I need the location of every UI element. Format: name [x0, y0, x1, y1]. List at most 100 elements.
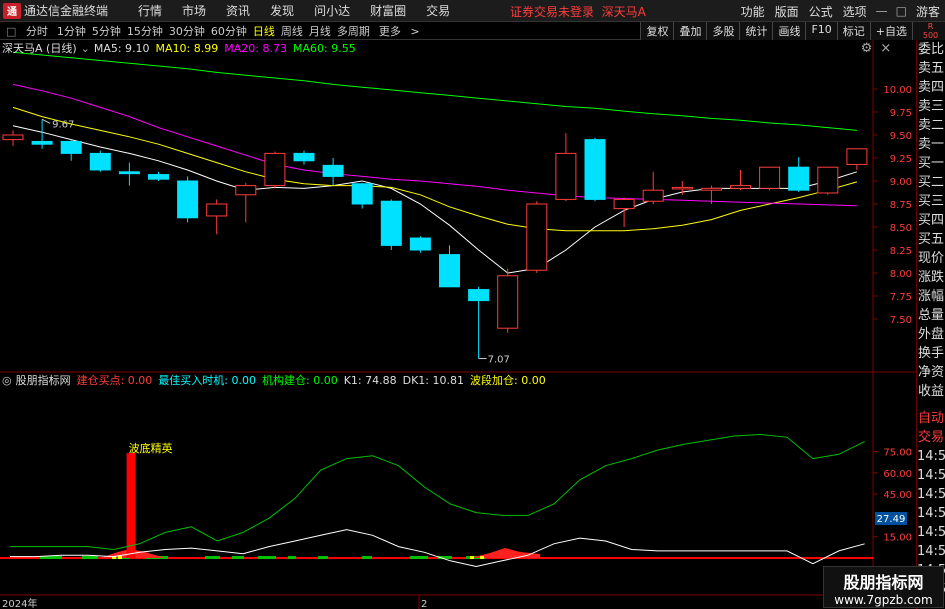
candle-body: [439, 254, 460, 288]
y-tick-label: 8.50: [890, 223, 912, 234]
ind-line-dk1: [10, 529, 865, 568]
y-tick-label: 9.50: [890, 131, 912, 142]
x-label-month: 2: [421, 599, 427, 609]
candle-body: [613, 198, 635, 210]
candle-body: [759, 166, 781, 189]
legend-main: 深天马A (日线) ⌄ MA5: 9.10 MA10: 8.99 MA20: 8…: [2, 41, 891, 56]
quote-label-2: 卖四: [917, 80, 944, 95]
candle-body: [380, 200, 402, 246]
legend-ma10: MA10: 8.99: [155, 41, 219, 55]
candle-body: [788, 166, 810, 191]
baseline-segment: [232, 556, 244, 559]
legend-ma5: MA5: 9.10: [93, 41, 150, 55]
candle-body: [846, 148, 868, 165]
signal-bar-label: 波底精英: [129, 441, 173, 455]
right-quote-panel: 委比 卖五 卖四 卖三 卖二 卖一 买一 买二 买三 买四 买五 现价 涨跌 涨幅 总量 外盘 换手 净资 收益 自…: [916, 40, 945, 609]
signal-bar: [126, 453, 136, 558]
ma-line-ma5: [12, 125, 858, 274]
gear-icon[interactable]: ⚙: [861, 41, 873, 56]
quote-label-17: 净资: [917, 365, 944, 380]
trade-label-2: 14:56: [917, 449, 945, 464]
candle-body: [206, 203, 228, 217]
legend-stock: 深天马A (日线): [2, 42, 77, 55]
quote-label-16: 换手: [917, 346, 944, 361]
x-label-year: 2024年: [2, 597, 37, 609]
trade-label-6: 14:56: [917, 525, 945, 540]
baseline-segment: [258, 556, 276, 559]
trade-label-7: 14:56: [917, 544, 945, 559]
ind-y-tick-label: 60.00: [883, 469, 912, 480]
y-axis-indicator: 15.00 45.00 60.00 75.00 27.49: [873, 448, 912, 544]
candle-body: [118, 171, 140, 175]
legend-ma20: MA20: 8.73: [224, 41, 287, 55]
y-tick-label: 7.50: [890, 315, 912, 326]
candle-body: [700, 187, 722, 191]
candle-body: [60, 140, 82, 154]
candle-body: [497, 275, 519, 329]
candle-body: [148, 174, 169, 180]
legend-best-buy: 最佳买入时机: 0.00: [158, 374, 257, 387]
watermark-url: www.7gpzb.com: [834, 593, 933, 607]
high-label: 9.67: [52, 119, 74, 130]
ind-y-tick-label: 15.00: [883, 533, 912, 544]
y-tick-label: 9.75: [890, 108, 912, 119]
legend-dk1: DK1: 10.81: [402, 373, 465, 387]
y-tick-label: 9.00: [890, 177, 912, 188]
quote-label-10: 买五: [917, 232, 944, 247]
trade-label-5: 14:56: [917, 506, 945, 521]
legend-wave-add: 波段加仓: 0.00: [470, 374, 546, 387]
y-tick-label: 8.75: [890, 200, 912, 211]
trade-label-3: 14:56: [917, 468, 945, 483]
close-icon[interactable]: ×: [880, 41, 891, 56]
trade-label-4: 14:56: [917, 487, 945, 502]
ma-line-ma60: [12, 51, 857, 131]
quote-label-1: 卖五: [917, 61, 944, 76]
baseline-segment: [82, 556, 98, 559]
ind-y-tick-label: 45.00: [883, 490, 912, 501]
baseline-segment: [288, 556, 296, 559]
ind-y-tick-label: 75.00: [883, 448, 912, 459]
candle-body: [555, 152, 577, 200]
ind-highlight-label: 27.49: [877, 514, 906, 525]
candle-body: [584, 139, 606, 200]
candle-body: [177, 180, 199, 219]
high-pointer: [41, 118, 51, 124]
quote-label-3: 卖三: [917, 99, 944, 114]
chevron-down-icon[interactable]: ⌄: [81, 42, 90, 55]
quote-label-15: 外盘: [917, 327, 944, 342]
kline-chart[interactable]: 2024年 2 9.67 7.07 7.50 7.75 8.00 8.25 8.50 8.7…: [0, 0, 945, 609]
quote-label-11: 现价: [917, 251, 944, 266]
legend-institution: 机构建仓: 0.00: [262, 374, 338, 387]
candle-body: [322, 164, 344, 177]
candle-body: [817, 166, 839, 194]
y-tick-label: 8.25: [890, 246, 912, 257]
trade-label-0: 自动: [917, 411, 944, 426]
candle-body: [31, 140, 53, 145]
candle-body: [2, 134, 24, 141]
candle-body: [730, 185, 751, 189]
quote-label-18: 收益: [917, 384, 944, 399]
candle-body: [351, 183, 373, 205]
signal-dot: [470, 556, 474, 559]
candle-body: [642, 189, 664, 202]
low-label: 7.07: [488, 355, 510, 366]
watermark: 股朋指标网 www.7gpzb.com: [823, 566, 944, 608]
baseline-segment: [362, 556, 372, 559]
baseline-segment: [205, 556, 220, 559]
quote-label-0: 委比: [917, 42, 944, 57]
signal-dot: [480, 556, 484, 559]
legend-indicator: ◎ 股朋指标网 建仓买点: 0.00 最佳买入时机: 0.00 机构建仓: 0.…: [2, 373, 546, 388]
quote-label-6: 买一: [917, 156, 944, 171]
y-tick-label: 8.00: [890, 269, 912, 280]
quote-label-7: 买二: [917, 175, 944, 190]
quote-label-13: 涨幅: [917, 289, 944, 304]
candle-body: [526, 203, 548, 271]
legend-ma60: MA60: 9.55: [292, 41, 356, 55]
candle-body: [235, 185, 257, 196]
y-tick-label: 9.25: [890, 154, 912, 165]
signal-dot: [118, 556, 122, 559]
y-tick-label: 7.75: [890, 292, 912, 303]
candle-body: [409, 237, 431, 251]
indicator-pane: 波底精英: [0, 433, 873, 568]
quote-label-9: 买四: [917, 213, 944, 228]
